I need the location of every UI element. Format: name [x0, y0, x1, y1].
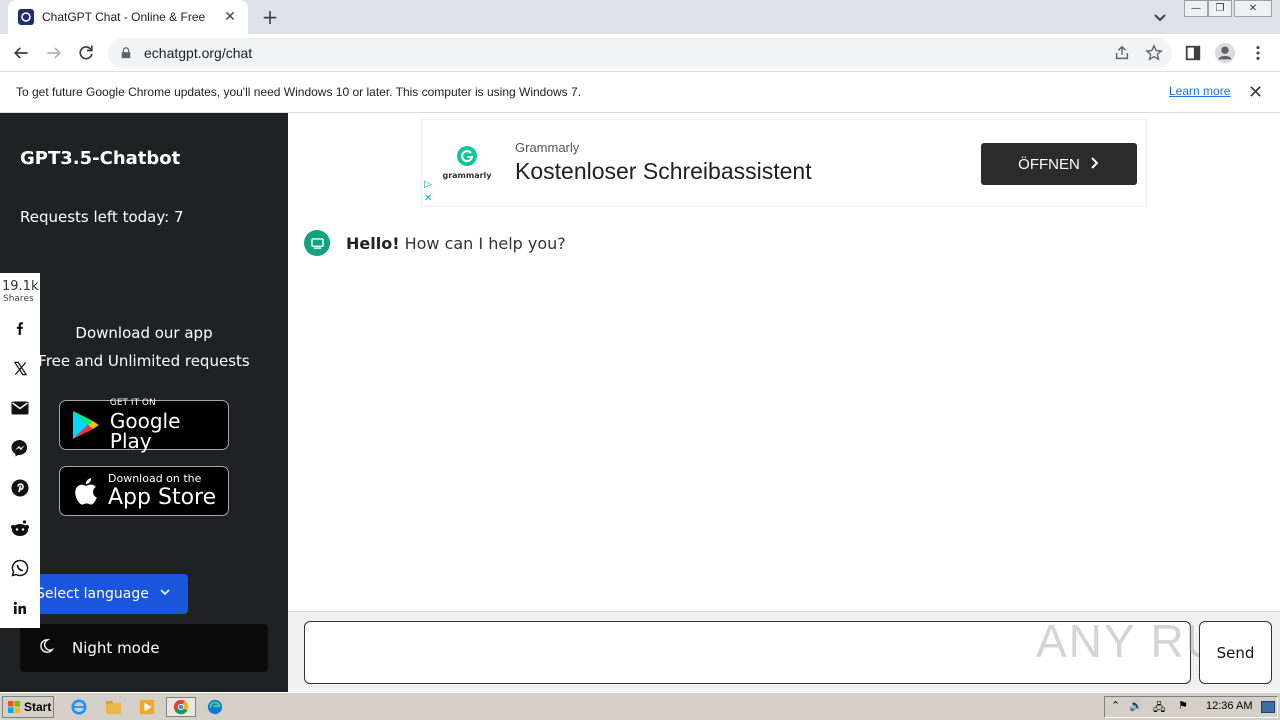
grammarly-g-icon — [457, 146, 477, 166]
social-share-bar: 19.1k Shares — [0, 273, 40, 628]
windows-logo-icon — [8, 701, 20, 713]
select-language-button[interactable]: Select language — [20, 574, 188, 614]
volume-icon[interactable]: 🔊 — [1129, 699, 1143, 712]
media-player-icon[interactable] — [136, 697, 158, 717]
download-app-subtitle: Free and Unlimited requests — [38, 352, 250, 370]
browser-tab[interactable]: ChatGPT Chat - Online & Free ✕ — [8, 0, 248, 34]
site-favicon-icon — [18, 9, 34, 25]
chrome-taskbar-icon[interactable] — [166, 697, 196, 717]
whatsapp-icon[interactable] — [8, 556, 32, 580]
more-menu-icon[interactable] — [1246, 41, 1270, 65]
windows-taskbar: Start ⌃ 🔊 🖧 ⚑ 12:36 AM — [0, 692, 1280, 720]
info-bar-message: To get future Google Chrome updates, you… — [16, 85, 582, 99]
reload-icon[interactable] — [74, 41, 98, 65]
system-tray: ⌃ 🔊 🖧 ⚑ 12:36 AM — [1104, 696, 1278, 718]
lock-icon[interactable] — [120, 44, 132, 63]
tab-title: ChatGPT Chat - Online & Free — [42, 10, 206, 24]
action-center-flag-icon[interactable]: ⚑ — [1178, 699, 1188, 712]
send-button[interactable]: Send — [1199, 621, 1272, 684]
file-explorer-icon[interactable] — [102, 697, 124, 717]
greeting-rest: How can I help you? — [399, 233, 566, 253]
app-store-big-text: App Store — [108, 485, 217, 510]
profile-avatar-icon[interactable] — [1213, 41, 1237, 65]
app-store-button[interactable]: Download on the App Store — [59, 466, 229, 516]
taskbar-clock[interactable]: 12:36 AM — [1206, 700, 1252, 712]
messenger-icon[interactable] — [8, 436, 32, 460]
learn-more-link[interactable]: Learn more — [1169, 84, 1230, 98]
new-tab-button[interactable]: + — [259, 5, 281, 29]
network-icon[interactable]: 🖧 — [1153, 699, 1165, 718]
night-mode-label: Night mode — [72, 639, 160, 657]
email-icon[interactable] — [8, 396, 32, 420]
brand-title: GPT3.5-Chatbot — [20, 148, 181, 169]
google-play-icon — [72, 411, 99, 439]
browser-tab-strip: ChatGPT Chat - Online & Free ✕ + — ❐ ✕ — [0, 0, 1280, 34]
advertisement-banner[interactable]: grammarly Grammarly Kostenloser Schreiba… — [421, 119, 1147, 207]
tab-close-icon[interactable]: ✕ — [222, 9, 238, 25]
show-desktop-icon[interactable] — [1261, 701, 1275, 713]
ad-close-icon[interactable]: ✕ — [424, 192, 432, 206]
forward-arrow-icon[interactable] — [42, 41, 66, 65]
bookmark-star-icon[interactable] — [1142, 41, 1166, 65]
google-play-big-text: Google Play — [109, 409, 181, 453]
reddit-icon[interactable] — [8, 516, 32, 540]
ad-brand: Grammarly — [515, 140, 580, 155]
browser-toolbar: echatgpt.org/chat — [0, 34, 1280, 72]
grammarly-logo: grammarly — [442, 146, 492, 180]
minimize-window-icon[interactable]: — — [1184, 0, 1208, 17]
apple-logo-icon — [75, 478, 97, 505]
chevron-right-icon — [1090, 156, 1100, 173]
share-page-icon[interactable] — [1110, 41, 1134, 65]
bot-message: Hello! How can I help you? — [304, 230, 566, 256]
share-label: Shares — [3, 294, 34, 304]
google-play-button[interactable]: GET IT ON Google Play — [59, 398, 229, 453]
requests-left: Requests left today: 7 — [20, 208, 184, 226]
start-button[interactable]: Start — [2, 696, 54, 718]
tab-search-chevron-icon[interactable] — [1150, 7, 1170, 27]
select-language-label: Select language — [36, 586, 149, 602]
address-bar[interactable]: echatgpt.org/chat — [108, 38, 1172, 68]
back-arrow-icon[interactable] — [9, 41, 33, 65]
linkedin-icon[interactable] — [8, 596, 32, 620]
start-label: Start — [24, 700, 52, 714]
grammarly-logo-text: grammarly — [442, 171, 492, 180]
share-count: 19.1k — [2, 279, 39, 294]
message-composer: ANY RUN Send — [288, 611, 1280, 692]
ad-info-play-icon[interactable]: ▷ — [424, 178, 432, 192]
side-panel-icon[interactable] — [1181, 41, 1205, 65]
close-info-bar-icon[interactable]: ✕ — [1248, 82, 1263, 103]
moon-icon — [38, 638, 55, 658]
close-window-icon[interactable]: ✕ — [1234, 0, 1272, 17]
ad-choices-icons[interactable]: ▷ ✕ — [424, 178, 432, 206]
facebook-icon[interactable] — [8, 316, 32, 340]
download-app-title: Download our app — [75, 324, 213, 342]
x-icon[interactable] — [8, 356, 32, 380]
show-hidden-icons-icon[interactable]: ⌃ — [1111, 699, 1120, 712]
ad-headline[interactable]: Kostenloser Schreibassistent — [515, 158, 812, 185]
update-info-bar: To get future Google Chrome updates, you… — [0, 72, 1280, 113]
chevron-down-icon — [159, 586, 171, 602]
restore-window-icon[interactable]: ❐ — [1208, 0, 1232, 17]
ad-open-label: ÖFFNEN — [1018, 155, 1080, 173]
edge-icon[interactable] — [204, 697, 226, 717]
sidebar: GPT3.5-Chatbot Requests left today: 7 Do… — [0, 113, 288, 692]
bot-avatar-icon — [304, 230, 330, 256]
chat-main: grammarly Grammarly Kostenloser Schreiba… — [288, 113, 1280, 692]
url-text: echatgpt.org/chat — [144, 45, 253, 61]
night-mode-button[interactable]: Night mode — [20, 624, 268, 672]
app-store-small-text: Download on the — [108, 472, 202, 485]
ad-open-button[interactable]: ÖFFNEN — [981, 143, 1137, 185]
pinterest-icon[interactable] — [8, 476, 32, 500]
greeting-bold: Hello! — [346, 233, 400, 253]
bot-message-text: Hello! How can I help you? — [346, 234, 566, 253]
internet-explorer-icon[interactable] — [68, 697, 90, 717]
google-play-small-text: GET IT ON — [109, 398, 156, 408]
